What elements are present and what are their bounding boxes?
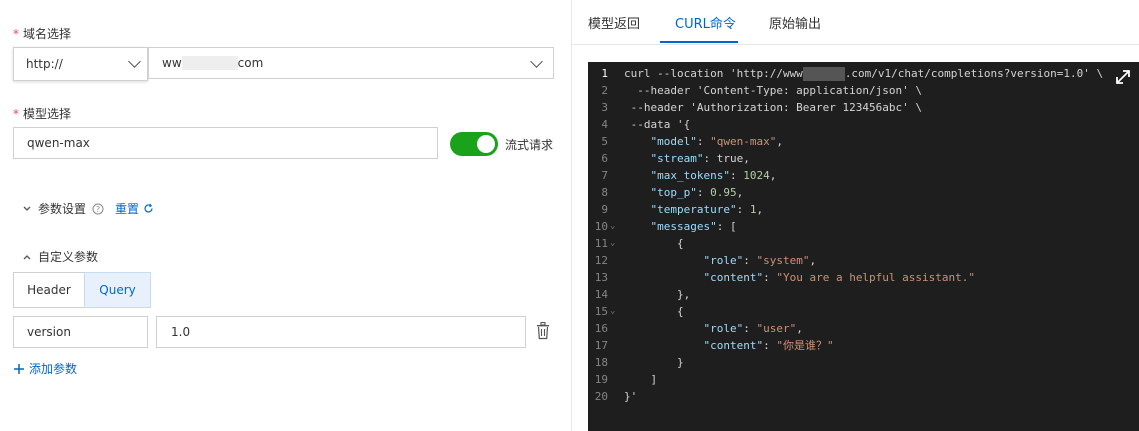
param-key-input[interactable]: version [13,316,148,348]
trash-icon[interactable] [536,322,550,340]
model-value: qwen-max [27,136,90,150]
params-label: 参数设置 [38,202,87,216]
svg-text:?: ? [96,205,100,214]
tab-model-response[interactable]: 模型返回 [588,13,640,32]
stream-toggle[interactable] [450,132,498,156]
model-input[interactable]: qwen-max [13,127,438,159]
fold-chevron-icon[interactable]: ⌄ [610,218,615,235]
output-tabs: 模型返回 CURL命令 原始输出 [572,0,1139,45]
fold-chevron-icon[interactable]: ⌄ [610,235,615,252]
request-panel: * 域名选择 http:// ww com * 模型选择 qwen-max 流式请求 … [0,0,571,431]
tab-raw-output[interactable]: 原始输出 [769,13,821,32]
tab-header[interactable]: Header [13,272,85,308]
add-param-label: 添加参数 [29,362,78,376]
curl-code-editor[interactable]: 1 curl --location 'http://www .com/v1/chat… [588,62,1139,431]
protocol-select[interactable]: http:// [13,47,148,81]
custom-params-label: 自定义参数 [38,250,99,264]
help-circle-icon: ? [92,203,104,214]
active-tab-indicator [660,41,738,43]
plus-icon [14,363,24,374]
protocol-value: http:// [26,57,63,71]
tab-query[interactable]: Query [84,272,151,308]
redaction-block [181,56,238,71]
chevron-down-icon [23,206,31,211]
stream-label: 流式请求 [505,138,554,152]
toggle-knob [477,135,495,153]
chevron-up-icon [23,254,31,259]
model-label: * 模型选择 [13,107,72,121]
domain-select[interactable]: ww com [148,47,554,79]
expand-icon[interactable] [1114,68,1132,86]
add-param-button[interactable]: 添加参数 [13,360,77,377]
params-toggle[interactable]: 参数设置 ? [22,200,104,217]
param-value-input[interactable]: 1.0 [156,316,526,348]
fold-chevron-icon[interactable]: ⌄ [610,303,615,320]
domain-label: * 域名选择 [13,27,72,41]
reset-label: 重置 [115,202,140,216]
output-panel: 模型返回 CURL命令 原始输出 1 curl --location 'http:… [571,0,1139,431]
chevron-down-icon [530,55,543,68]
tab-curl[interactable]: CURL命令 [675,13,736,32]
redaction-block [802,67,845,81]
reset-button[interactable]: 重置 [115,200,154,217]
refresh-icon [144,203,153,213]
custom-params-toggle[interactable]: 自定义参数 [22,248,98,265]
chevron-down-icon [128,55,141,68]
domain-value: ww com [162,55,264,71]
